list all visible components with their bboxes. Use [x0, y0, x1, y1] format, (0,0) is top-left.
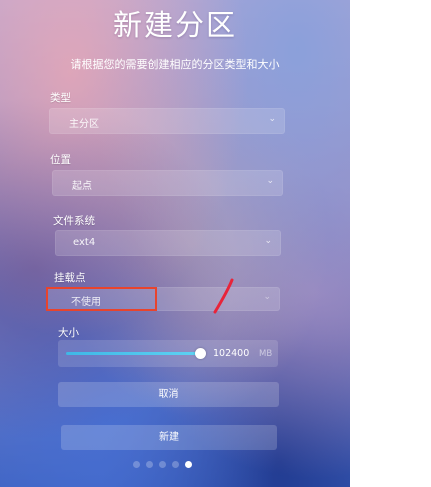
- location-select[interactable]: 起点 ⌄: [52, 170, 283, 196]
- chevron-down-icon: ⌄: [263, 292, 271, 302]
- type-select-value: 主分区: [69, 119, 99, 130]
- size-unit: MB: [259, 349, 273, 359]
- chevron-down-icon: ⌄: [268, 114, 276, 124]
- mountpoint-label: 挂载点: [54, 272, 86, 284]
- location-select-value: 起点: [72, 181, 92, 192]
- create-button[interactable]: 新建: [61, 425, 277, 450]
- page-dot: [146, 461, 153, 468]
- size-slider-field: 102400 MB: [58, 340, 278, 367]
- annotation-stroke: [213, 278, 234, 314]
- page-dot: [159, 461, 166, 468]
- page-subtitle: 请根据您的需要创建相应的分区类型和大小: [70, 58, 280, 71]
- page-title: 新建分区: [112, 8, 237, 42]
- type-label: 类型: [50, 92, 71, 104]
- installer-screen: 新建分区 请根据您的需要创建相应的分区类型和大小 类型 主分区 ⌄ 位置 起点 …: [0, 0, 350, 487]
- page-dot: [172, 461, 179, 468]
- size-slider-track: [66, 352, 204, 355]
- size-label: 大小: [58, 327, 79, 339]
- page-dot: [133, 461, 140, 468]
- size-value[interactable]: 102400: [213, 348, 249, 359]
- chevron-down-icon: ⌄: [264, 236, 272, 246]
- type-select[interactable]: 主分区 ⌄: [49, 108, 285, 134]
- filesystem-label: 文件系统: [53, 215, 95, 227]
- filesystem-select[interactable]: ext4 ⌄: [55, 230, 281, 256]
- page-dot-active: [185, 461, 192, 468]
- filesystem-select-value: ext4: [73, 237, 96, 248]
- highlight-annotation-box: [46, 287, 157, 311]
- chevron-down-icon: ⌄: [266, 176, 274, 186]
- cancel-button[interactable]: 取消: [58, 382, 279, 407]
- location-label: 位置: [50, 154, 71, 166]
- size-slider-handle[interactable]: [195, 348, 206, 359]
